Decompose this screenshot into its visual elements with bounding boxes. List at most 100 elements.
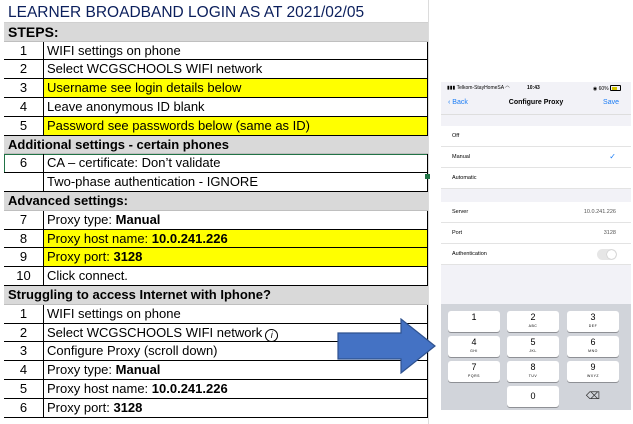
authentication-row: Authentication <box>441 244 631 265</box>
step-label: Proxy port: <box>47 249 114 265</box>
step-number: 8 <box>4 229 44 249</box>
key-0[interactable]: 0 <box>507 386 559 407</box>
step-label: Proxy host name: <box>47 380 152 396</box>
step-text: Proxy host name: 10.0.241.226 <box>44 379 428 399</box>
table-row-selected[interactable]: 6 CA – certificate: Don’t validate <box>4 154 428 174</box>
port-value: 3128 <box>603 230 616 236</box>
sheet-title: LEARNER BROADBAND LOGIN AS AT 2021/02/05 <box>8 4 365 21</box>
key-6[interactable]: 6 MNO <box>567 336 619 357</box>
step-number: 6 <box>4 154 44 174</box>
key-digit: 7 <box>471 362 477 372</box>
sheet-title-row[interactable]: LEARNER BROADBAND LOGIN AS AT 2021/02/05 <box>4 4 428 23</box>
option-manual[interactable]: Manual ✓ <box>441 147 631 168</box>
step-text-highlighted: Password see passwords below (same as ID… <box>44 116 428 136</box>
key-digit: 2 <box>530 312 536 322</box>
key-letters: GHI <box>470 349 478 353</box>
proxy-mode-group: Off Manual ✓ Automatic <box>441 126 631 189</box>
steps-header-row[interactable]: STEPS: <box>4 22 428 42</box>
key-digit: 9 <box>590 362 596 372</box>
step-number: 1 <box>4 41 44 61</box>
step-value: 3128 <box>113 399 143 415</box>
step-text-highlighted: Proxy port: 3128 <box>44 248 428 268</box>
step-number: 5 <box>4 379 44 399</box>
step-label: Proxy type: <box>47 362 116 378</box>
step-text-highlighted: Proxy host name: 10.0.241.226 <box>44 229 428 249</box>
battery-level: 60% <box>598 86 609 92</box>
key-digit: 3 <box>590 312 596 322</box>
step-value: Manual <box>115 211 161 227</box>
advanced-header-row[interactable]: Advanced settings: <box>4 191 428 211</box>
table-row[interactable]: 10 Click connect. <box>4 267 428 286</box>
server-field[interactable]: Server 10.0.241.226 <box>441 202 631 223</box>
table-row[interactable]: 8 Proxy host name: 10.0.241.226 <box>4 229 428 249</box>
step-number <box>4 173 44 192</box>
key-letters: PQRS <box>468 374 480 378</box>
option-automatic[interactable]: Automatic <box>441 168 631 189</box>
step-text: Proxy port: 3128 <box>44 398 428 418</box>
backspace-icon[interactable]: ⌫ <box>567 386 619 407</box>
additional-header: Additional settings - certain phones <box>8 136 230 152</box>
numeric-keypad: 1 2 ABC 3 DEF 4 GHI 5 JKL 6 MNO 7 PQRS 8 TUV 9 W… <box>441 304 631 410</box>
table-row[interactable]: 5 Proxy host name: 10.0.241.226 <box>4 379 428 399</box>
step-number: 1 <box>4 304 44 324</box>
proxy-fields-group: Server 10.0.241.226 Port 3128 Authenticati… <box>441 202 631 265</box>
key-letters: JKL <box>529 349 537 353</box>
key-7[interactable]: 7 PQRS <box>448 361 500 382</box>
step-number: 9 <box>4 248 44 268</box>
status-time: 10:43 <box>527 85 540 91</box>
authentication-toggle[interactable] <box>597 249 617 260</box>
step-text: Two-phase authentication - IGNORE <box>44 173 428 192</box>
key-2[interactable]: 2 ABC <box>507 311 559 332</box>
key-digit: 4 <box>471 337 477 347</box>
step-label: Proxy type: <box>47 211 116 227</box>
step-text: Leave anonymous ID blank <box>44 97 428 117</box>
table-row[interactable]: 1 WIFI settings on phone <box>4 41 428 61</box>
step-text: Proxy type: Manual <box>44 210 428 230</box>
table-row[interactable]: 6 Proxy port: 3128 <box>4 398 428 418</box>
step-text: WIFI settings on phone <box>44 41 428 61</box>
info-icon: i <box>265 328 279 342</box>
key-9[interactable]: 9 WXYZ <box>567 361 619 382</box>
key-3[interactable]: 3 DEF <box>567 311 619 332</box>
additional-header-row[interactable]: Additional settings - certain phones <box>4 135 428 155</box>
table-row[interactable]: 2 Select WCGSCHOOLS WIFI network <box>4 60 428 80</box>
server-value: 10.0.241.226 <box>583 209 616 215</box>
step-text: Select WCGSCHOOLS WIFI network <box>44 60 428 80</box>
table-row[interactable]: 3 Username see login details below <box>4 79 428 98</box>
step-number: 4 <box>4 97 44 117</box>
key-5[interactable]: 5 JKL <box>507 336 559 357</box>
iphone-header-row[interactable]: Struggling to access Internet with Iphon… <box>4 285 428 305</box>
status-bar: ▮▮▮ Telkom-StayHomeSA ◠ 10:43 ◉ 60% <box>441 82 631 94</box>
step-label: Click connect. <box>47 268 128 284</box>
steps-header: STEPS: <box>8 23 59 40</box>
port-label: Port <box>452 230 463 236</box>
table-row[interactable]: 9 Proxy port: 3128 <box>4 248 428 268</box>
step-number: 3 <box>4 342 44 362</box>
step-label: Select WCGSCHOOLS WIFI network <box>47 324 263 340</box>
key-digit: 8 <box>530 362 536 372</box>
step-number: 4 <box>4 361 44 380</box>
table-row[interactable]: 7 Proxy type: Manual <box>4 210 428 230</box>
step-number: 2 <box>4 60 44 80</box>
key-letters: ABC <box>528 324 538 328</box>
table-row[interactable]: 4 Leave anonymous ID blank <box>4 97 428 117</box>
step-label: Proxy port: <box>47 399 114 415</box>
arrow-right-icon <box>337 318 436 374</box>
authentication-label: Authentication <box>452 251 487 257</box>
port-field[interactable]: Port 3128 <box>441 223 631 244</box>
key-4[interactable]: 4 GHI <box>448 336 500 357</box>
option-off[interactable]: Off <box>441 126 631 147</box>
table-row[interactable]: Two-phase authentication - IGNORE <box>4 173 428 192</box>
step-text: CA – certificate: Don’t validate <box>44 154 428 174</box>
step-number: 6 <box>4 398 44 418</box>
step-value: Manual <box>115 362 161 378</box>
step-value: 3128 <box>113 249 143 265</box>
key-8[interactable]: 8 TUV <box>507 361 559 382</box>
table-row[interactable]: 5 Password see passwords below (same as … <box>4 116 428 136</box>
key-letters: MNO <box>588 349 598 353</box>
step-number: 2 <box>4 323 44 343</box>
key-letters: DEF <box>588 324 598 328</box>
key-1[interactable]: 1 <box>448 311 500 332</box>
selection-fill-handle[interactable] <box>425 174 430 179</box>
save-button[interactable]: Save <box>603 99 619 106</box>
